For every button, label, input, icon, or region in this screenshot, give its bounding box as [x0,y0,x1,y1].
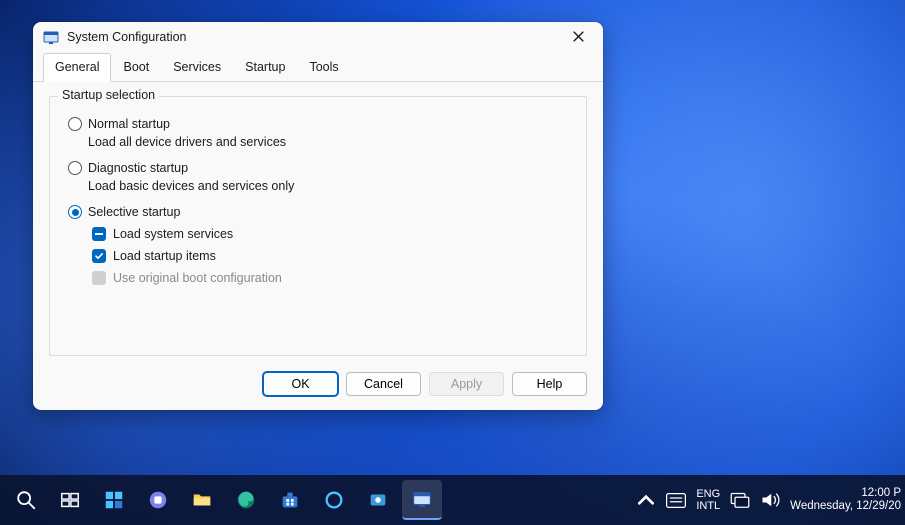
option-label: Normal startup [88,117,170,131]
startup-selection-group: Startup selection Normal startup Load al… [49,96,587,356]
apply-button: Apply [429,372,504,396]
tab-startup[interactable]: Startup [233,53,297,81]
tray-chevron-up-icon[interactable] [636,490,656,510]
checkbox-icon [92,249,106,263]
touch-keyboard-icon[interactable] [666,490,686,510]
system-configuration-dialog: System Configuration General Boot Servic… [33,22,603,410]
radio-icon [68,161,82,175]
check-load-system-services[interactable]: Load system services [92,227,572,241]
edge-icon[interactable] [226,480,266,520]
taskbar: ENG INTL 12:00 P Wednesday, 12/29/20 [0,475,905,525]
taskbar-clock[interactable]: 12:00 P Wednesday, 12/29/20 [790,487,901,513]
close-button[interactable] [559,23,597,51]
option-normal-startup[interactable]: Normal startup Load all device drivers a… [68,117,572,149]
tab-services[interactable]: Services [161,53,233,81]
check-use-original-boot-configuration: Use original boot configuration [92,271,572,285]
microsoft-store-icon[interactable] [270,480,310,520]
task-view-icon[interactable] [50,480,90,520]
cortana-icon[interactable] [314,480,354,520]
ok-button[interactable]: OK [263,372,338,396]
option-sublabel: Load all device drivers and services [88,135,572,149]
msconfig-icon [43,29,59,45]
clock-time: 12:00 P [790,487,901,500]
option-diagnostic-startup[interactable]: Diagnostic startup Load basic devices an… [68,161,572,193]
msconfig-taskbar-icon[interactable] [402,480,442,520]
taskbar-left [0,480,442,520]
selective-startup-checks: Load system services Load startup items … [92,227,572,285]
volume-icon[interactable] [760,490,780,510]
group-legend: Startup selection [58,88,159,102]
network-icon[interactable] [730,490,750,510]
dialog-title: System Configuration [67,30,559,44]
radio-icon [68,117,82,131]
language-line1: ENG [696,488,720,500]
language-indicator[interactable]: ENG INTL [696,488,720,512]
close-icon [573,31,584,42]
widgets-icon[interactable] [94,480,134,520]
tab-general[interactable]: General [43,53,111,82]
search-icon[interactable] [6,480,46,520]
option-selective-startup[interactable]: Selective startup Load system services L… [68,205,572,285]
dialog-button-row: OK Cancel Apply Help [33,364,603,410]
check-label: Use original boot configuration [113,271,282,285]
checkbox-icon [92,271,106,285]
check-load-startup-items[interactable]: Load startup items [92,249,572,263]
tab-boot[interactable]: Boot [111,53,161,81]
option-label: Selective startup [88,205,180,219]
check-label: Load system services [113,227,233,241]
desktop: System Configuration General Boot Servic… [0,0,905,525]
tab-panel-general: Startup selection Normal startup Load al… [33,82,603,364]
checkbox-icon [92,227,106,241]
titlebar[interactable]: System Configuration [33,22,603,51]
teams-chat-icon[interactable] [138,480,178,520]
clock-date: Wednesday, 12/29/20 [790,500,901,513]
snipping-tool-icon[interactable] [358,480,398,520]
radio-icon [68,205,82,219]
option-label: Diagnostic startup [88,161,188,175]
taskbar-right: ENG INTL 12:00 P Wednesday, 12/29/20 [636,487,905,513]
option-sublabel: Load basic devices and services only [88,179,572,193]
language-line2: INTL [696,500,720,512]
file-explorer-icon[interactable] [182,480,222,520]
check-label: Load startup items [113,249,216,263]
help-button[interactable]: Help [512,372,587,396]
cancel-button[interactable]: Cancel [346,372,421,396]
tab-tools[interactable]: Tools [297,53,350,81]
tab-strip: General Boot Services Startup Tools [33,53,603,82]
